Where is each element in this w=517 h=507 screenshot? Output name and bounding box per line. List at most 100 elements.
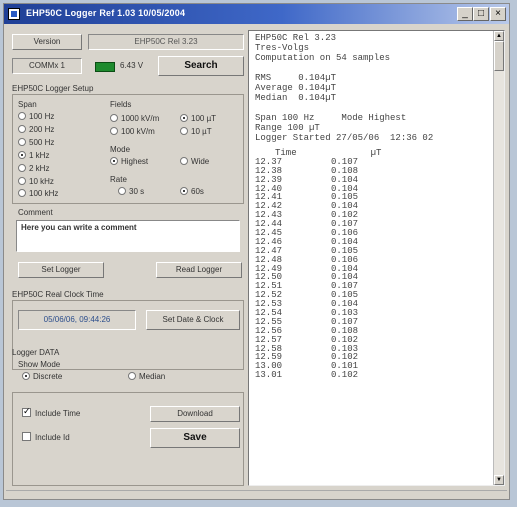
control-panel: Version EHP50C Rel 3.23 COMMx 1 6.43 V S… [10, 30, 246, 488]
output-line: Computation on 54 samples [255, 53, 391, 63]
output-panel[interactable]: EHP50C Rel 3.23 Tres-Volgs Computation o… [248, 30, 505, 486]
download-button[interactable]: Download [150, 406, 240, 422]
rate-option-30s[interactable]: 30 s [118, 187, 144, 196]
output-row-time: 13.01 [255, 370, 283, 381]
save-button[interactable]: Save [150, 428, 240, 448]
status-led-icon [95, 62, 115, 72]
comment-input[interactable]: Here you can write a comment [16, 220, 240, 252]
output-row: 12.47 0.105 [255, 246, 491, 256]
output-text: EHP50C Rel 3.23 Tres-Volgs Computation o… [255, 33, 491, 380]
output-row: 13.00 0.101 [255, 362, 491, 371]
checkbox-icon [22, 432, 31, 441]
clock-display: 05/06/06, 09:44:26 [18, 310, 136, 330]
output-row: 12.57 0.102 [255, 335, 491, 345]
radio-icon [180, 157, 188, 165]
fields-option-10ut[interactable]: 10 µT [180, 127, 212, 136]
status-bar [6, 490, 507, 499]
rate-label: Rate [110, 175, 127, 184]
output-row: 12.49 0.104 [255, 264, 491, 274]
output-line: Span 100 Hz Mode Highest [255, 113, 407, 123]
set-logger-button[interactable]: Set Logger [18, 262, 104, 278]
mode-label: Mode [110, 145, 131, 154]
title-bar: EHP50C Logger Ref 1.03 10/05/2004 _ □ × [4, 4, 509, 24]
logger-data-title: Logger DATA [12, 348, 60, 357]
output-row: 12.59 0.102 [255, 353, 491, 362]
output-rows: 12.37 0.107 12.38 0.108 12.39 0.104 12.40 0.104… [255, 157, 491, 380]
output-row: 12.56 0.108 [255, 326, 491, 336]
app-icon [8, 8, 20, 20]
output-row: 12.44 0.107 [255, 220, 491, 229]
output-row: 12.37 0.107 [255, 157, 491, 167]
span-option-1khz[interactable]: 1 kHz [18, 151, 49, 160]
rate-option-60s[interactable]: 60s [180, 187, 204, 196]
output-line: Tres-Volgs [255, 43, 310, 53]
window-title: EHP50C Logger Ref 1.03 10/05/2004 [26, 8, 186, 18]
battery-voltage: 6.43 V [120, 61, 144, 70]
read-logger-button[interactable]: Read Logger [156, 262, 242, 278]
clock-title: EHP50C Real Clock Time [12, 290, 104, 299]
span-label: Span [18, 100, 37, 109]
radio-icon [110, 114, 118, 122]
span-option-2khz[interactable]: 2 kHz [18, 164, 49, 173]
version-button[interactable]: Version [12, 34, 82, 50]
span-option-100hz[interactable]: 100 Hz [18, 112, 54, 121]
column-value-header: µT [370, 148, 382, 158]
show-mode-label: Show Mode [18, 360, 61, 369]
output-line: Average 0.104µT [255, 83, 337, 93]
output-line: EHP50C Rel 3.23 [255, 33, 337, 43]
radio-icon [110, 127, 118, 135]
search-button[interactable]: Search [158, 56, 244, 76]
output-line: Logger Started 27/05/06 12:36 02 [255, 133, 434, 143]
radio-selected-icon [110, 157, 118, 165]
span-option-100khz[interactable]: 100 kHz [18, 189, 58, 198]
output-row: 12.45 0.106 [255, 229, 491, 238]
span-option-500hz[interactable]: 500 Hz [18, 138, 54, 147]
radio-icon [18, 164, 26, 172]
mode-option-highest[interactable]: Highest [110, 157, 148, 166]
checkbox-checked-icon [22, 406, 31, 417]
fields-option-100ut[interactable]: 100 µT [180, 114, 216, 123]
close-button[interactable]: × [490, 7, 506, 21]
output-scrollbar[interactable]: ▲ ▼ [493, 31, 504, 485]
radio-icon [180, 127, 188, 135]
radio-icon [18, 177, 26, 185]
output-row: 12.38 0.108 [255, 166, 491, 176]
scrollbar-thumb[interactable] [494, 41, 504, 71]
include-id-checkbox[interactable]: Include Id [22, 432, 70, 442]
radio-icon [128, 372, 136, 380]
app-window: EHP50C Logger Ref 1.03 10/05/2004 _ □ × … [3, 3, 510, 500]
output-row: 12.54 0.103 [255, 309, 491, 318]
radio-selected-icon [22, 372, 30, 380]
show-mode-discrete[interactable]: Discrete [22, 372, 62, 381]
minimize-button[interactable]: _ [457, 7, 473, 21]
scroll-down-icon[interactable]: ▼ [494, 475, 504, 485]
output-row: 12.50 0.104 [255, 273, 491, 282]
set-date-clock-button[interactable]: Set Date & Clock [146, 310, 240, 330]
radio-selected-icon [18, 151, 26, 159]
output-row: 13.01 0.102 [255, 371, 491, 380]
output-row: 12.41 0.105 [255, 193, 491, 202]
include-time-checkbox[interactable]: Include Time [22, 406, 80, 418]
fields-label: Fields [110, 100, 132, 109]
mode-option-wide[interactable]: Wide [180, 157, 209, 166]
radio-icon [18, 112, 26, 120]
output-row: 12.55 0.107 [255, 317, 491, 327]
output-row: 12.39 0.104 [255, 175, 491, 185]
fields-option-100kvm[interactable]: 100 kV/m [110, 127, 155, 136]
show-mode-median[interactable]: Median [128, 372, 165, 381]
span-option-10khz[interactable]: 10 kHz [18, 177, 54, 186]
output-line: RMS 0.104µT [255, 73, 337, 83]
output-line: Median 0.104µT [255, 93, 337, 103]
output-row: 12.48 0.106 [255, 255, 491, 265]
radio-selected-icon [180, 187, 188, 195]
scroll-up-icon[interactable]: ▲ [494, 31, 504, 41]
span-option-200hz[interactable]: 200 Hz [18, 125, 54, 134]
version-display: EHP50C Rel 3.23 [88, 34, 244, 50]
maximize-button[interactable]: □ [473, 7, 489, 21]
output-row: 12.53 0.104 [255, 300, 491, 309]
radio-icon [18, 189, 26, 197]
fields-option-1000kvm[interactable]: 1000 kV/m [110, 114, 159, 123]
comment-label: Comment [18, 208, 53, 217]
